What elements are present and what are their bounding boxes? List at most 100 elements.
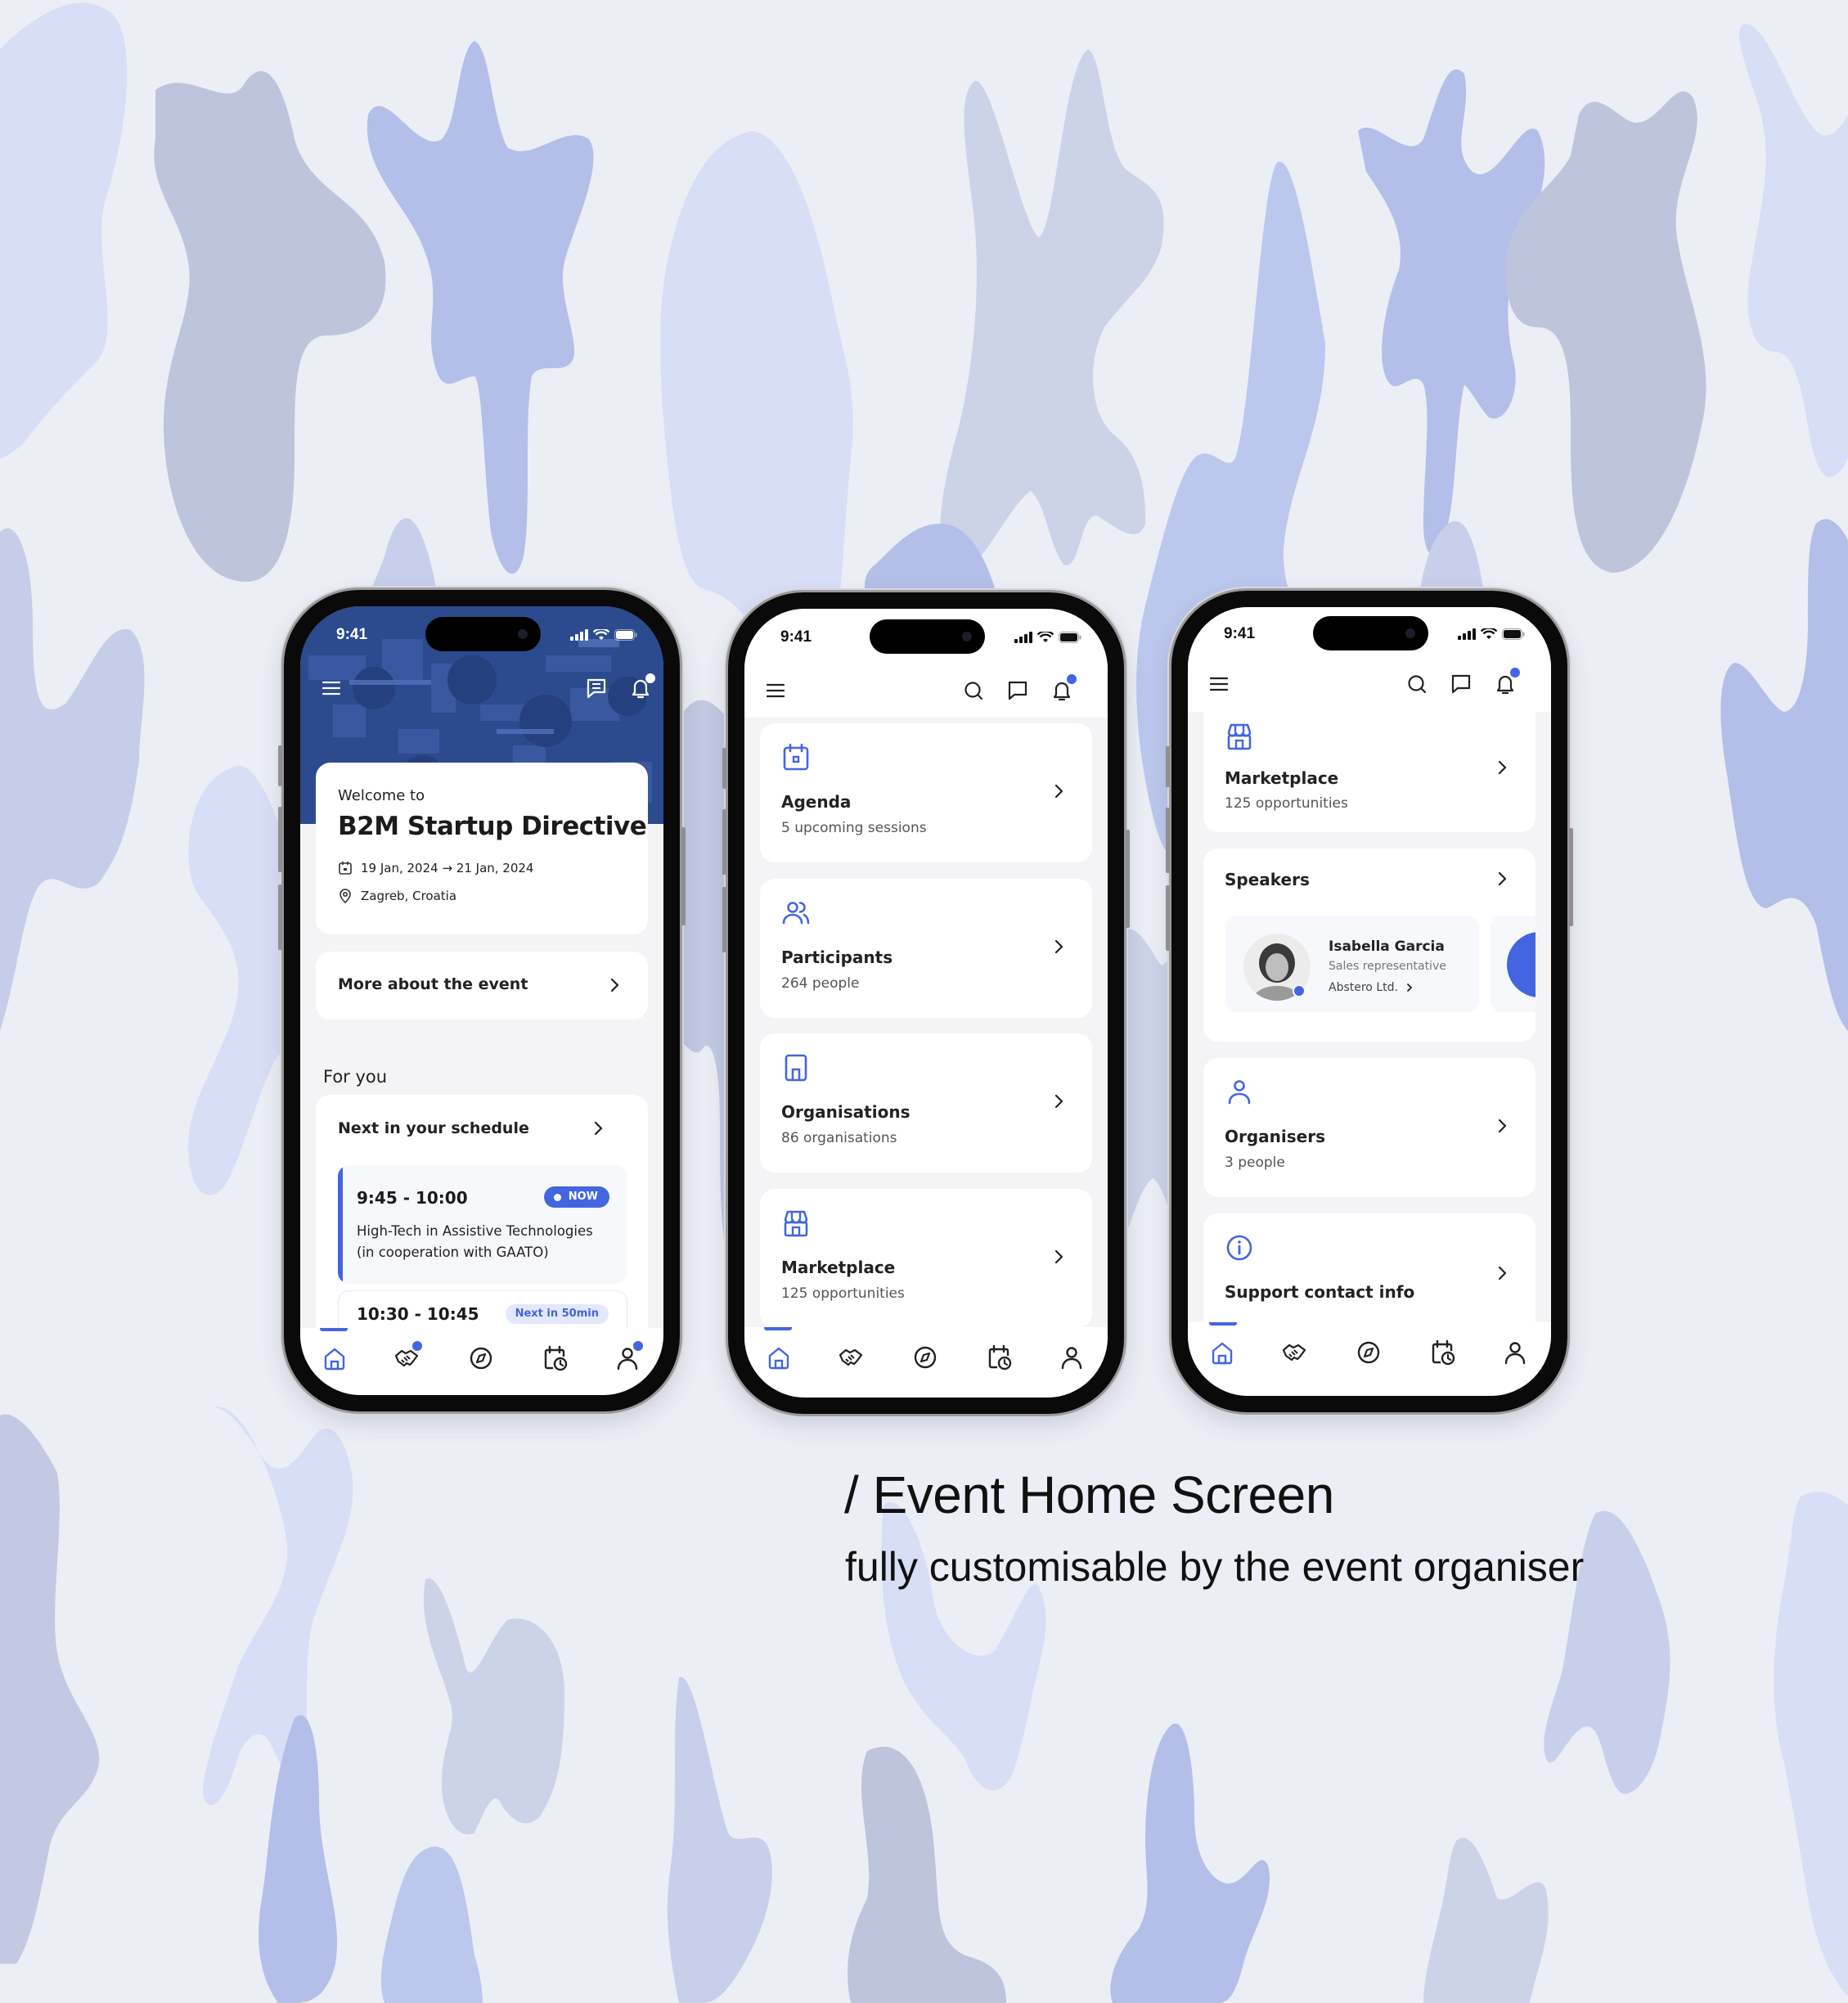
module-card-agenda[interactable]: Agenda 5 upcoming sessions xyxy=(760,723,1092,862)
chevron-right-icon xyxy=(594,1121,603,1136)
welcome-card: Welcome to B2M Startup Directive 19 Jan,… xyxy=(316,763,648,934)
nav-tab-networking[interactable] xyxy=(837,1344,865,1371)
chat-icon[interactable] xyxy=(1448,671,1474,697)
signal-icon xyxy=(570,629,588,641)
event-location: Zagreb, Croatia xyxy=(361,889,457,903)
user-icon xyxy=(1504,1342,1526,1365)
nav-tab-profile[interactable] xyxy=(1058,1344,1086,1371)
wifi-icon xyxy=(593,629,609,640)
next-in-badge: Next in 50min xyxy=(505,1304,609,1324)
location-pin-icon xyxy=(339,889,351,903)
notifications-button[interactable] xyxy=(1492,668,1520,697)
speakers-title-link[interactable]: Speakers xyxy=(1203,848,1536,906)
building-icon xyxy=(785,1054,807,1082)
online-status-dot xyxy=(1293,984,1306,997)
calendar-clock-icon xyxy=(988,1344,1012,1371)
menu-icon[interactable] xyxy=(318,675,344,701)
module-card-organisations[interactable]: Organisations 86 organisations xyxy=(760,1033,1092,1173)
compass-icon xyxy=(1357,1341,1380,1364)
session-time: 10:30 - 10:45 xyxy=(357,1304,479,1324)
speaker-avatar-initial xyxy=(1507,932,1536,997)
menu-icon[interactable] xyxy=(1206,671,1232,697)
notifications-button[interactable] xyxy=(1049,674,1077,704)
top-bar xyxy=(300,664,663,716)
calendar-clock-icon xyxy=(1432,1339,1455,1366)
nav-tab-schedule[interactable] xyxy=(541,1344,569,1372)
battery-icon xyxy=(1502,628,1525,640)
chevron-right-icon xyxy=(1498,1119,1507,1133)
caption-title: / Event Home Screen xyxy=(844,1465,1334,1524)
dynamic-island xyxy=(425,617,541,651)
top-bar xyxy=(1188,659,1551,712)
home-icon xyxy=(324,1348,345,1371)
schedule-title-link[interactable]: Next in your schedule xyxy=(316,1095,648,1160)
nav-tab-schedule[interactable] xyxy=(985,1344,1013,1371)
speaker-card[interactable]: Isabella Garcia Sales representative Abs… xyxy=(1225,916,1479,1012)
chevron-right-icon xyxy=(1054,1249,1063,1264)
dynamic-island xyxy=(1313,616,1428,650)
session-title: High-Tech in Assistive Technologies (in … xyxy=(357,1223,593,1260)
badge-dot xyxy=(412,1341,422,1351)
battery-icon xyxy=(614,629,637,641)
user-icon xyxy=(1061,1347,1082,1370)
user-icon xyxy=(1228,1080,1251,1105)
calendar-clock-icon xyxy=(544,1345,568,1371)
phone-event-modules-scrolled: 9:41 Marketplace 125 opportunities Speak… xyxy=(1166,591,1573,1412)
nav-tab-explore[interactable] xyxy=(1355,1339,1383,1366)
speaker-role: Sales representative xyxy=(1329,960,1446,973)
search-icon[interactable] xyxy=(960,677,987,704)
chevron-right-icon xyxy=(1054,1094,1063,1109)
nav-tab-home[interactable] xyxy=(321,1344,348,1372)
module-card-participants[interactable]: Participants 264 people xyxy=(760,879,1092,1018)
home-icon xyxy=(1212,1342,1233,1365)
bottom-nav xyxy=(300,1328,663,1395)
battery-icon xyxy=(1059,632,1081,643)
search-icon[interactable] xyxy=(1404,671,1430,697)
home-icon xyxy=(768,1347,789,1370)
nav-tab-schedule[interactable] xyxy=(1428,1339,1456,1366)
speaker-card-next[interactable] xyxy=(1491,916,1536,1012)
now-badge: NOW xyxy=(543,1186,609,1208)
nav-tab-networking[interactable] xyxy=(393,1341,422,1372)
dynamic-island xyxy=(870,619,985,654)
store-icon xyxy=(1227,723,1252,750)
event-title: B2M Startup Directive xyxy=(338,812,647,841)
bottom-nav xyxy=(1188,1322,1551,1396)
menu-icon[interactable] xyxy=(762,677,789,704)
speaker-company-link[interactable]: Abstero Ltd. xyxy=(1329,981,1414,994)
module-card-marketplace[interactable]: Marketplace 125 opportunities xyxy=(760,1189,1092,1328)
nav-tab-home[interactable] xyxy=(765,1344,793,1371)
nav-tab-explore[interactable] xyxy=(911,1344,939,1371)
notifications-button[interactable] xyxy=(627,673,655,701)
signal-icon xyxy=(1014,632,1032,643)
notification-dot xyxy=(1510,668,1520,677)
nav-tab-profile[interactable] xyxy=(614,1341,643,1372)
chevron-right-icon xyxy=(1498,760,1507,775)
chevron-right-icon xyxy=(1054,784,1063,799)
more-about-event-link[interactable]: More about the event xyxy=(316,952,648,1020)
phone-event-home: 9:41 Welcome to B2M Startup Directive 19… xyxy=(278,590,686,1411)
chevron-right-icon xyxy=(1498,1266,1507,1281)
handshake-icon xyxy=(1282,1344,1306,1362)
screen: 9:41 Agenda 5 upcoming sessions Particip… xyxy=(744,609,1108,1398)
nav-tab-home[interactable] xyxy=(1208,1339,1236,1366)
store-icon xyxy=(784,1210,808,1237)
chevron-right-icon xyxy=(1498,871,1507,886)
chat-icon[interactable] xyxy=(583,675,609,701)
session-item[interactable]: 9:45 - 10:00 NOW High-Tech in Assistive … xyxy=(338,1165,627,1284)
compass-icon xyxy=(914,1346,937,1369)
welcome-label: Welcome to xyxy=(338,787,425,804)
screen: 9:41 Marketplace 125 opportunities Speak… xyxy=(1188,607,1551,1396)
nav-tab-networking[interactable] xyxy=(1280,1339,1308,1366)
signal-icon xyxy=(1458,628,1476,640)
handshake-icon xyxy=(839,1348,863,1366)
module-card-organisers[interactable]: Organisers 3 people xyxy=(1203,1058,1536,1197)
section-heading-for-you: For you xyxy=(323,1067,388,1087)
wifi-icon xyxy=(1037,632,1054,642)
nav-tab-explore[interactable] xyxy=(467,1344,495,1372)
notification-dot xyxy=(645,673,655,683)
users-icon xyxy=(782,902,810,925)
wifi-icon xyxy=(1481,628,1497,639)
nav-tab-profile[interactable] xyxy=(1501,1339,1529,1366)
chat-icon[interactable] xyxy=(1005,677,1031,704)
